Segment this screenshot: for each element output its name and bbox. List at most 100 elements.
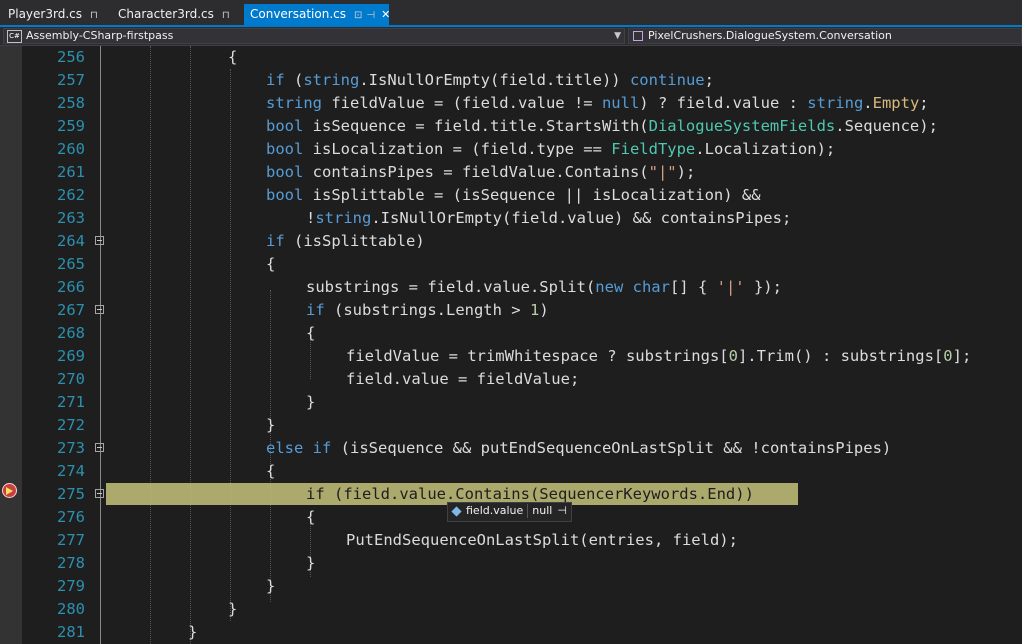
collapse-region-icon[interactable] bbox=[95, 236, 104, 245]
code-text: if (string.IsNullOrEmpty(field.title)) c… bbox=[266, 71, 714, 89]
code-line[interactable]: 262 bool isSplittable = (isSequence || is… bbox=[22, 184, 1022, 207]
line-number: 280 bbox=[57, 600, 85, 618]
collapse-region-icon[interactable] bbox=[95, 305, 104, 314]
line-number: 258 bbox=[57, 94, 85, 112]
breakpoint-margin[interactable] bbox=[0, 46, 22, 644]
collapse-region-icon[interactable] bbox=[95, 489, 104, 498]
class-icon bbox=[633, 31, 643, 41]
code-line[interactable]: 279} bbox=[22, 575, 1022, 598]
field-icon bbox=[451, 505, 462, 517]
code-text: else if (isSequence && putEndSequenceOnL… bbox=[266, 439, 892, 457]
datatip-value: null bbox=[532, 504, 553, 517]
line-number: 266 bbox=[57, 278, 85, 296]
csharp-project-icon: C# bbox=[7, 30, 22, 43]
code-line[interactable]: 277 PutEndSequenceOnLastSplit(entries, fi… bbox=[22, 529, 1022, 552]
line-number: 262 bbox=[57, 186, 85, 204]
pin-tab-icon[interactable]: ⊣ bbox=[366, 10, 375, 21]
tab-label: Player3rd.cs bbox=[8, 7, 82, 21]
code-line[interactable]: 256 { bbox=[22, 46, 1022, 69]
code-text: bool isSequence = field.title.StartsWith… bbox=[266, 117, 938, 135]
code-line[interactable]: 274 { bbox=[22, 460, 1022, 483]
line-number: 276 bbox=[57, 508, 85, 526]
code-line[interactable]: 258 string fieldValue = (field.value != n… bbox=[22, 92, 1022, 115]
type-dropdown[interactable]: PixelCrushers.DialogueSystem.Conversatio… bbox=[628, 28, 1022, 44]
divider bbox=[527, 504, 529, 518]
code-text: { bbox=[306, 324, 316, 342]
code-text: !string.IsNullOrEmpty(field.value) && co… bbox=[306, 209, 792, 227]
code-line[interactable]: 261 bool containsPipes = fieldValue.Conta… bbox=[22, 161, 1022, 184]
line-number: 271 bbox=[57, 393, 85, 411]
code-text: string fieldValue = (field.value != null… bbox=[266, 94, 929, 112]
code-text: substrings = field.value.Split(new char[… bbox=[306, 278, 782, 296]
code-line[interactable]: 268 { bbox=[22, 322, 1022, 345]
code-text: } bbox=[228, 600, 238, 618]
line-number: 274 bbox=[57, 462, 85, 480]
collapse-region-icon[interactable] bbox=[95, 443, 104, 452]
tab-conversation[interactable]: Conversation.cs ⊡ ⊣ ✕ bbox=[244, 4, 390, 27]
project-dropdown[interactable]: C# Assembly-CSharp-firstpass ▼ bbox=[3, 28, 625, 44]
line-number: 269 bbox=[57, 347, 85, 365]
code-line[interactable]: 271} bbox=[22, 391, 1022, 414]
debugger-datatip[interactable]: field.value null ⊣ bbox=[447, 502, 572, 522]
navigation-bar: C# Assembly-CSharp-firstpass ▼ PixelCrush… bbox=[0, 27, 1022, 46]
tab-label: Conversation.cs bbox=[250, 7, 346, 21]
code-text: { bbox=[228, 48, 238, 66]
line-number: 270 bbox=[57, 370, 85, 388]
code-line[interactable]: 272} bbox=[22, 414, 1022, 437]
code-text: } bbox=[188, 623, 198, 641]
line-number: 277 bbox=[57, 531, 85, 549]
code-text: PutEndSequenceOnLastSplit(entries, field… bbox=[346, 531, 738, 549]
code-text: } bbox=[266, 577, 276, 595]
code-text: if (substrings.Length > 1) bbox=[306, 301, 549, 319]
pin-icon[interactable]: ⊓ bbox=[90, 10, 98, 21]
line-number: 257 bbox=[57, 71, 85, 89]
code-line[interactable]: 278} bbox=[22, 552, 1022, 575]
code-line[interactable]: 263 !string.IsNullOrEmpty(field.value) &&… bbox=[22, 207, 1022, 230]
code-line[interactable]: 267 if (substrings.Length > 1) bbox=[22, 299, 1022, 322]
code-text: { bbox=[266, 462, 276, 480]
line-number: 273 bbox=[57, 439, 85, 457]
datatip-name: field.value bbox=[466, 504, 524, 517]
line-number: 263 bbox=[57, 209, 85, 227]
code-text: { bbox=[266, 255, 276, 273]
code-text: field.value = fieldValue; bbox=[346, 370, 580, 388]
class-name: PixelCrushers.DialogueSystem.Conversatio… bbox=[648, 29, 892, 42]
code-text: } bbox=[266, 416, 276, 434]
line-number: 278 bbox=[57, 554, 85, 572]
line-number: 260 bbox=[57, 140, 85, 158]
line-number: 281 bbox=[57, 623, 85, 641]
line-number: 265 bbox=[57, 255, 85, 273]
line-number: 279 bbox=[57, 577, 85, 595]
code-line[interactable]: 265 { bbox=[22, 253, 1022, 276]
project-name: Assembly-CSharp-firstpass bbox=[26, 29, 174, 42]
code-line[interactable]: 266 substrings = field.value.Split(new ch… bbox=[22, 276, 1022, 299]
code-text: bool isLocalization = (field.type == Fie… bbox=[266, 140, 836, 158]
tab-player3rd[interactable]: Player3rd.cs ⊓ bbox=[2, 4, 112, 25]
code-line[interactable]: 259 bool isSequence = field.title.StartsW… bbox=[22, 115, 1022, 138]
code-line[interactable]: 264 if (isSplittable) bbox=[22, 230, 1022, 253]
code-line[interactable]: 269 fieldValue = trimWhitespace ? substri… bbox=[22, 345, 1022, 368]
pin-icon[interactable]: ⊡ bbox=[354, 10, 362, 21]
tab-character3rd[interactable]: Character3rd.cs ⊓ bbox=[112, 4, 242, 25]
code-text: } bbox=[306, 393, 316, 411]
line-number: 256 bbox=[57, 48, 85, 66]
line-number: 267 bbox=[57, 301, 85, 319]
code-line[interactable]: 270 field.value = fieldValue; bbox=[22, 368, 1022, 391]
code-line[interactable]: 273 else if (isSequence && putEndSequence… bbox=[22, 437, 1022, 460]
pin-icon[interactable]: ⊣ bbox=[557, 504, 567, 517]
breakpoint-current-statement-icon[interactable] bbox=[2, 483, 17, 498]
code-text: } bbox=[306, 554, 316, 572]
code-line[interactable]: 281} bbox=[22, 621, 1022, 644]
close-icon[interactable]: ✕ bbox=[381, 8, 390, 21]
line-number: 268 bbox=[57, 324, 85, 342]
pin-icon[interactable]: ⊓ bbox=[222, 10, 230, 21]
line-number: 259 bbox=[57, 117, 85, 135]
code-line[interactable]: 280} bbox=[22, 598, 1022, 621]
code-line[interactable]: 260 bool isLocalization = (field.type == … bbox=[22, 138, 1022, 161]
line-number: 275 bbox=[57, 485, 85, 503]
code-editor[interactable]: 256 { 257 if (string.IsNullOrEmpty(field.t… bbox=[22, 46, 1022, 644]
code-text: bool isSplittable = (isSequence || isLoc… bbox=[266, 186, 761, 204]
code-text: if (isSplittable) bbox=[266, 232, 425, 250]
line-number: 264 bbox=[57, 232, 85, 250]
code-line[interactable]: 257 if (string.IsNullOrEmpty(field.title)… bbox=[22, 69, 1022, 92]
